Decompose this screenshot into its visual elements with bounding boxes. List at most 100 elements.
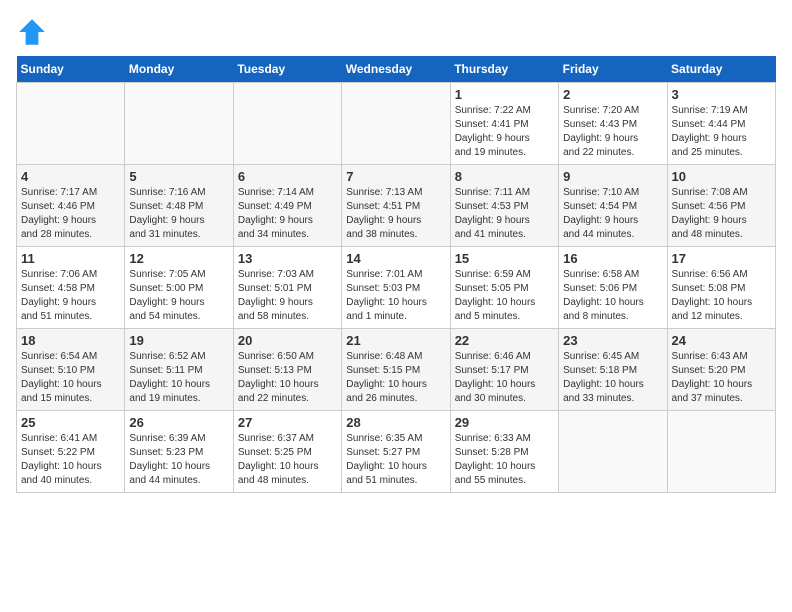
header-day-saturday: Saturday [667, 56, 775, 83]
day-info: Sunrise: 7:17 AM Sunset: 4:46 PM Dayligh… [21, 186, 120, 242]
calendar-cell: 6 Sunrise: 7:14 AM Sunset: 4:49 PM Daylig… [233, 165, 341, 247]
day-number: 20 [238, 333, 337, 348]
calendar-cell: 10 Sunrise: 7:08 AM Sunset: 4:56 PM Dayli… [667, 165, 775, 247]
calendar-table: SundayMondayTuesdayWednesdayThursdayFrid… [16, 56, 776, 493]
day-info: Sunrise: 6:56 AM Sunset: 5:08 PM Dayligh… [672, 268, 771, 324]
calendar-cell: 20 Sunrise: 6:50 AM Sunset: 5:13 PM Dayli… [233, 329, 341, 411]
calendar-cell: 17 Sunrise: 6:56 AM Sunset: 5:08 PM Dayli… [667, 247, 775, 329]
calendar-cell: 29 Sunrise: 6:33 AM Sunset: 5:28 PM Dayli… [450, 411, 558, 493]
calendar-cell: 11 Sunrise: 7:06 AM Sunset: 4:58 PM Dayli… [17, 247, 125, 329]
day-info: Sunrise: 7:13 AM Sunset: 4:51 PM Dayligh… [346, 186, 445, 242]
calendar-cell [559, 411, 667, 493]
day-info: Sunrise: 6:45 AM Sunset: 5:18 PM Dayligh… [563, 350, 662, 406]
day-number: 13 [238, 251, 337, 266]
day-info: Sunrise: 6:54 AM Sunset: 5:10 PM Dayligh… [21, 350, 120, 406]
calendar-cell [17, 83, 125, 165]
day-number: 25 [21, 415, 120, 430]
calendar-cell: 7 Sunrise: 7:13 AM Sunset: 4:51 PM Daylig… [342, 165, 450, 247]
day-number: 16 [563, 251, 662, 266]
day-info: Sunrise: 7:22 AM Sunset: 4:41 PM Dayligh… [455, 104, 554, 160]
calendar-cell: 4 Sunrise: 7:17 AM Sunset: 4:46 PM Daylig… [17, 165, 125, 247]
day-info: Sunrise: 6:33 AM Sunset: 5:28 PM Dayligh… [455, 432, 554, 488]
week-row-4: 18 Sunrise: 6:54 AM Sunset: 5:10 PM Dayli… [17, 329, 776, 411]
calendar-cell [233, 83, 341, 165]
day-number: 4 [21, 169, 120, 184]
day-number: 5 [129, 169, 228, 184]
day-info: Sunrise: 7:05 AM Sunset: 5:00 PM Dayligh… [129, 268, 228, 324]
calendar-cell: 23Sunrise: 6:45 AM Sunset: 5:18 PM Dayli… [559, 329, 667, 411]
calendar-cell: 25 Sunrise: 6:41 AM Sunset: 5:22 PM Dayli… [17, 411, 125, 493]
calendar-cell: 16 Sunrise: 6:58 AM Sunset: 5:06 PM Dayli… [559, 247, 667, 329]
calendar-cell: 28Sunrise: 6:35 AM Sunset: 5:27 PM Dayli… [342, 411, 450, 493]
header-day-monday: Monday [125, 56, 233, 83]
day-number: 7 [346, 169, 445, 184]
calendar-cell: 2 Sunrise: 7:20 AM Sunset: 4:43 PM Daylig… [559, 83, 667, 165]
day-info: Sunrise: 6:52 AM Sunset: 5:11 PM Dayligh… [129, 350, 228, 406]
day-number: 19 [129, 333, 228, 348]
day-number: 27 [238, 415, 337, 430]
day-info: Sunrise: 6:46 AM Sunset: 5:17 PM Dayligh… [455, 350, 554, 406]
day-number: 14 [346, 251, 445, 266]
calendar-cell: 13 Sunrise: 7:03 AM Sunset: 5:01 PM Dayli… [233, 247, 341, 329]
calendar-cell [667, 411, 775, 493]
week-row-5: 25 Sunrise: 6:41 AM Sunset: 5:22 PM Dayli… [17, 411, 776, 493]
day-number: 24 [672, 333, 771, 348]
day-info: Sunrise: 7:01 AM Sunset: 5:03 PM Dayligh… [346, 268, 445, 324]
calendar-cell: 22 Sunrise: 6:46 AM Sunset: 5:17 PM Dayli… [450, 329, 558, 411]
calendar-cell [125, 83, 233, 165]
calendar-cell: 5 Sunrise: 7:16 AM Sunset: 4:48 PM Daylig… [125, 165, 233, 247]
day-info: Sunrise: 6:58 AM Sunset: 5:06 PM Dayligh… [563, 268, 662, 324]
calendar-cell: 1 Sunrise: 7:22 AM Sunset: 4:41 PM Daylig… [450, 83, 558, 165]
calendar-cell: 3 Sunrise: 7:19 AM Sunset: 4:44 PM Daylig… [667, 83, 775, 165]
day-info: Sunrise: 7:14 AM Sunset: 4:49 PM Dayligh… [238, 186, 337, 242]
day-number: 9 [563, 169, 662, 184]
day-number: 29 [455, 415, 554, 430]
day-number: 11 [21, 251, 120, 266]
day-info: Sunrise: 7:08 AM Sunset: 4:56 PM Dayligh… [672, 186, 771, 242]
day-info: Sunrise: 7:11 AM Sunset: 4:53 PM Dayligh… [455, 186, 554, 242]
day-number: 6 [238, 169, 337, 184]
week-row-3: 11 Sunrise: 7:06 AM Sunset: 4:58 PM Dayli… [17, 247, 776, 329]
day-number: 22 [455, 333, 554, 348]
day-number: 15 [455, 251, 554, 266]
day-info: Sunrise: 7:16 AM Sunset: 4:48 PM Dayligh… [129, 186, 228, 242]
day-number: 3 [672, 87, 771, 102]
week-row-1: 1 Sunrise: 7:22 AM Sunset: 4:41 PM Daylig… [17, 83, 776, 165]
header [16, 16, 776, 48]
logo [16, 16, 52, 48]
day-info: Sunrise: 6:41 AM Sunset: 5:22 PM Dayligh… [21, 432, 120, 488]
day-number: 8 [455, 169, 554, 184]
day-number: 17 [672, 251, 771, 266]
calendar-cell: 18 Sunrise: 6:54 AM Sunset: 5:10 PM Dayli… [17, 329, 125, 411]
day-number: 2 [563, 87, 662, 102]
day-info: Sunrise: 7:03 AM Sunset: 5:01 PM Dayligh… [238, 268, 337, 324]
calendar-cell: 21Sunrise: 6:48 AM Sunset: 5:15 PM Dayli… [342, 329, 450, 411]
day-number: 28 [346, 415, 445, 430]
header-day-thursday: Thursday [450, 56, 558, 83]
calendar-cell: 14 Sunrise: 7:01 AM Sunset: 5:03 PM Dayli… [342, 247, 450, 329]
day-info: Sunrise: 7:19 AM Sunset: 4:44 PM Dayligh… [672, 104, 771, 160]
day-info: Sunrise: 7:20 AM Sunset: 4:43 PM Dayligh… [563, 104, 662, 160]
day-number: 26 [129, 415, 228, 430]
day-number: 10 [672, 169, 771, 184]
header-day-friday: Friday [559, 56, 667, 83]
day-info: Sunrise: 6:37 AM Sunset: 5:25 PM Dayligh… [238, 432, 337, 488]
header-day-wednesday: Wednesday [342, 56, 450, 83]
calendar-cell: 8 Sunrise: 7:11 AM Sunset: 4:53 PM Daylig… [450, 165, 558, 247]
calendar-cell: 27 Sunrise: 6:37 AM Sunset: 5:25 PM Dayli… [233, 411, 341, 493]
calendar-body: 1 Sunrise: 7:22 AM Sunset: 4:41 PM Daylig… [17, 83, 776, 493]
day-info: Sunrise: 6:50 AM Sunset: 5:13 PM Dayligh… [238, 350, 337, 406]
calendar-cell: 24 Sunrise: 6:43 AM Sunset: 5:20 PM Dayli… [667, 329, 775, 411]
header-day-sunday: Sunday [17, 56, 125, 83]
day-info: Sunrise: 7:06 AM Sunset: 4:58 PM Dayligh… [21, 268, 120, 324]
day-number: 18 [21, 333, 120, 348]
week-row-2: 4 Sunrise: 7:17 AM Sunset: 4:46 PM Daylig… [17, 165, 776, 247]
calendar-cell: 12Sunrise: 7:05 AM Sunset: 5:00 PM Dayli… [125, 247, 233, 329]
calendar-header: SundayMondayTuesdayWednesdayThursdayFrid… [17, 56, 776, 83]
header-day-tuesday: Tuesday [233, 56, 341, 83]
day-info: Sunrise: 7:10 AM Sunset: 4:54 PM Dayligh… [563, 186, 662, 242]
day-number: 1 [455, 87, 554, 102]
calendar-cell: 15Sunrise: 6:59 AM Sunset: 5:05 PM Dayli… [450, 247, 558, 329]
logo-icon [16, 16, 48, 48]
day-info: Sunrise: 6:43 AM Sunset: 5:20 PM Dayligh… [672, 350, 771, 406]
